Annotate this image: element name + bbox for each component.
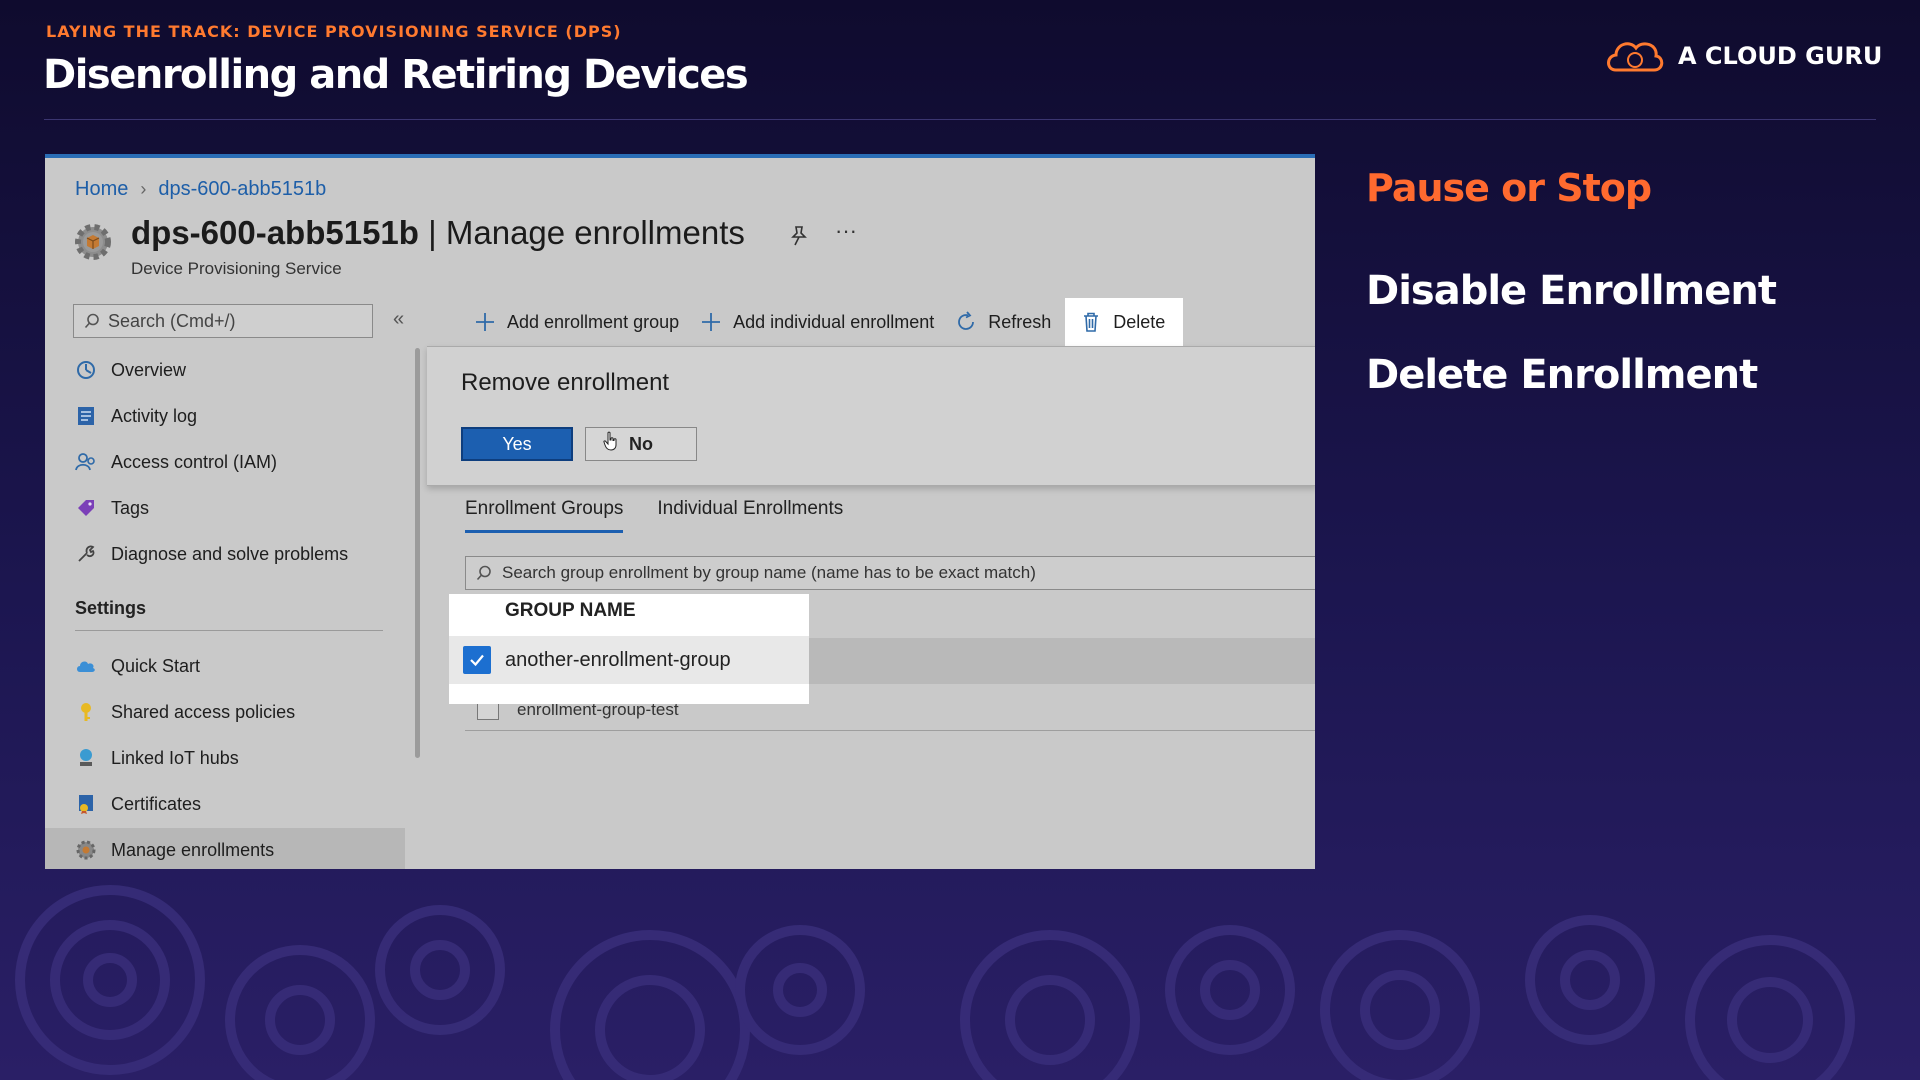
checkmark-icon xyxy=(470,654,484,667)
tab-enrollment-groups[interactable]: Enrollment Groups xyxy=(465,498,624,533)
sidebar-item-activity-log[interactable]: Activity log xyxy=(45,394,405,438)
sidebar-scrollbar[interactable] xyxy=(415,348,420,758)
row-checkbox-checked[interactable] xyxy=(463,646,491,674)
group-search-input[interactable]: Search group enrollment by group name (n… xyxy=(465,556,1315,590)
button-label: Refresh xyxy=(988,311,1052,332)
notes-point: Delete Enrollment xyxy=(1366,352,1758,398)
certificate-icon xyxy=(79,795,93,814)
tab-individual-enrollments[interactable]: Individual Enrollments xyxy=(657,498,843,533)
sidebar-item-certificates[interactable]: Certificates xyxy=(45,782,405,826)
portal-window: Home › dps-600-abb5151b dps-600-abb5151b… xyxy=(45,154,1315,869)
wrench-icon xyxy=(78,545,95,562)
plus-icon xyxy=(476,313,494,331)
sidebar-item-quick-start[interactable]: Quick Start xyxy=(45,644,405,688)
button-label: Add individual enrollment xyxy=(733,311,935,332)
sidebar-item-shared-access[interactable]: Shared access policies xyxy=(45,690,405,734)
enrollment-tabs: Enrollment Groups Individual Enrollments xyxy=(465,498,843,533)
breadcrumb-home[interactable]: Home xyxy=(75,178,128,201)
slide-kicker: LAYING THE TRACK: DEVICE PROVISIONING SE… xyxy=(46,22,622,41)
row-divider xyxy=(465,730,1315,731)
no-button[interactable]: No xyxy=(585,427,697,461)
cloud-logo-icon xyxy=(1607,42,1664,72)
search-icon xyxy=(476,565,491,581)
sidebar-item-label: Quick Start xyxy=(111,655,201,676)
notes-panel: Pause or Stop Disable Enrollment Delete … xyxy=(1366,166,1777,398)
slide-title: Disenrolling and Retiring Devices xyxy=(43,52,749,98)
sidebar-search-input[interactable]: Search (Cmd+/) xyxy=(73,304,373,338)
access-control-icon xyxy=(75,453,95,471)
sidebar-item-label: Certificates xyxy=(111,793,202,814)
dialog-question: Remove enrollment xyxy=(461,369,670,396)
sidebar-item-label: Access control (IAM) xyxy=(111,451,278,472)
key-icon xyxy=(81,703,91,721)
trash-icon xyxy=(1084,312,1099,332)
notes-point: Disable Enrollment xyxy=(1366,268,1777,314)
sidebar-item-label: Activity log xyxy=(111,405,198,426)
title-separator: | xyxy=(418,214,446,251)
group-name-cell[interactable]: another-enrollment-group xyxy=(505,649,731,672)
dps-gear-icon xyxy=(75,224,111,260)
brand-logo: A CLOUD GURU xyxy=(1604,36,1882,76)
sidebar-item-label: Diagnose and solve problems xyxy=(111,543,349,564)
more-options-icon[interactable]: ··· xyxy=(835,218,857,244)
group-search-placeholder: Search group enrollment by group name (n… xyxy=(502,563,1036,582)
button-label: Add enrollment group xyxy=(507,311,680,332)
sidebar-item-diagnose[interactable]: Diagnose and solve problems xyxy=(45,532,405,576)
search-icon xyxy=(84,313,99,329)
gear-icon xyxy=(76,840,96,860)
iot-hub-icon xyxy=(80,749,92,766)
tag-icon xyxy=(78,500,94,516)
sidebar-item-label: Manage enrollments xyxy=(111,839,275,860)
button-label: Delete xyxy=(1113,311,1166,332)
add-individual-enrollment-button[interactable]: Add individual enrollment xyxy=(691,298,946,346)
sidebar-item-overview[interactable]: Overview xyxy=(45,348,405,392)
settings-section-header: Settings xyxy=(75,598,147,618)
pin-icon[interactable] xyxy=(787,224,811,248)
sidebar-item-access-control[interactable]: Access control (IAM) xyxy=(45,440,405,484)
activity-log-icon xyxy=(78,407,94,425)
settings-divider xyxy=(75,630,383,631)
mouse-cursor-icon xyxy=(603,431,617,451)
sidebar-search-placeholder: Search (Cmd+/) xyxy=(108,310,236,331)
cloud-icon xyxy=(77,661,95,672)
collapse-sidebar-icon[interactable]: « xyxy=(393,308,404,331)
yes-button[interactable]: Yes xyxy=(461,427,573,461)
refresh-button[interactable]: Refresh xyxy=(946,298,1063,346)
chevron-right-icon: › xyxy=(140,179,147,199)
remove-enrollment-dialog: Remove enrollment Yes No xyxy=(427,346,1315,486)
blade-title: Manage enrollments xyxy=(445,214,745,251)
sidebar-item-label: Linked IoT hubs xyxy=(111,747,239,768)
breadcrumb: Home › dps-600-abb5151b xyxy=(75,178,326,201)
breadcrumb-resource[interactable]: dps-600-abb5151b xyxy=(158,178,326,201)
sidebar-item-linked-iot-hubs[interactable]: Linked IoT hubs xyxy=(45,736,405,780)
header-divider xyxy=(44,119,1876,120)
page-title: dps-600-abb5151b | Manage enrollments xyxy=(131,214,745,252)
command-toolbar: Add enrollment group Add individual enro… xyxy=(465,298,1184,346)
resource-type: Device Provisioning Service xyxy=(131,259,342,278)
sidebar-item-label: Shared access policies xyxy=(111,701,296,722)
notes-heading: Pause or Stop xyxy=(1366,166,1652,210)
sidebar-item-label: Overview xyxy=(111,359,187,380)
resource-name: dps-600-abb5151b xyxy=(131,214,419,251)
sidebar-item-tags[interactable]: Tags xyxy=(45,486,405,530)
plus-icon xyxy=(702,313,721,331)
gears-background xyxy=(15,885,1855,1080)
sidebar-item-label: Tags xyxy=(111,497,150,518)
refresh-icon xyxy=(958,311,975,330)
brand-name: A CLOUD GURU xyxy=(1678,42,1883,70)
sidebar-item-manage-enrollments[interactable]: Manage enrollments xyxy=(45,828,405,869)
delete-button[interactable]: Delete xyxy=(1065,298,1184,346)
overview-icon xyxy=(77,361,95,379)
add-enrollment-group-button[interactable]: Add enrollment group xyxy=(465,298,691,346)
column-header-group-name[interactable]: GROUP NAME xyxy=(505,600,636,622)
table-highlight: GROUP NAME another-enrollment-group xyxy=(449,594,809,704)
